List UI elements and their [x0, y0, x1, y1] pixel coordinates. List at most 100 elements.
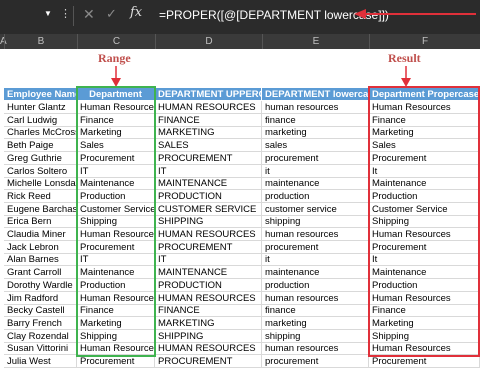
department-lowercase-cell[interactable]: finance — [262, 113, 369, 127]
department-propercase-cell[interactable]: Shipping — [369, 329, 480, 343]
department-propercase-cell[interactable]: Maintenance — [369, 177, 480, 191]
department-uppercase-cell[interactable]: HUMAN RESOURCES — [155, 342, 262, 356]
department-uppercase-cell[interactable]: FINANCE — [155, 113, 262, 127]
department-cell[interactable]: Human Resources — [77, 228, 155, 241]
employee-name-cell[interactable]: Hunter Glantz — [4, 101, 77, 114]
department-uppercase-cell[interactable]: IT — [155, 253, 262, 267]
header-department-uppercase[interactable]: DEPARTMENT UPPERCASE — [155, 88, 262, 101]
department-propercase-cell[interactable]: Finance — [369, 113, 480, 127]
department-cell[interactable]: IT — [77, 164, 155, 178]
department-uppercase-cell[interactable]: FINANCE — [155, 304, 262, 318]
department-cell[interactable]: Human Resources — [77, 291, 155, 305]
employee-name-cell[interactable]: Jim Radford — [4, 291, 77, 305]
department-lowercase-cell[interactable]: human resources — [262, 342, 369, 356]
department-cell[interactable]: Sales — [77, 139, 155, 153]
department-cell[interactable]: Maintenance — [77, 177, 155, 191]
department-cell[interactable]: Human Resources — [77, 101, 155, 114]
department-uppercase-cell[interactable]: SHIPPING — [155, 329, 262, 343]
column-header-d[interactable]: D — [155, 34, 262, 49]
department-lowercase-cell[interactable]: procurement — [262, 240, 369, 254]
department-uppercase-cell[interactable]: PRODUCTION — [155, 278, 262, 292]
department-cell[interactable]: Production — [77, 189, 155, 203]
department-cell[interactable]: Customer Service — [77, 202, 155, 216]
header-employee-name[interactable]: Employee Name — [4, 88, 77, 101]
department-propercase-cell[interactable]: Finance — [369, 304, 480, 318]
department-lowercase-cell[interactable]: it — [262, 253, 369, 267]
department-lowercase-cell[interactable]: maintenance — [262, 177, 369, 191]
department-propercase-cell[interactable]: Marketing — [369, 126, 480, 140]
department-cell[interactable]: Maintenance — [77, 266, 155, 280]
department-uppercase-cell[interactable]: MAINTENANCE — [155, 177, 262, 191]
department-lowercase-cell[interactable]: production — [262, 278, 369, 292]
department-lowercase-cell[interactable]: customer service — [262, 202, 369, 216]
department-lowercase-cell[interactable]: human resources — [262, 101, 369, 114]
header-department[interactable]: Department — [77, 88, 155, 101]
department-lowercase-cell[interactable]: sales — [262, 139, 369, 153]
department-uppercase-cell[interactable]: PROCUREMENT — [155, 151, 262, 165]
department-lowercase-cell[interactable]: shipping — [262, 329, 369, 343]
department-uppercase-cell[interactable]: HUMAN RESOURCES — [155, 101, 262, 114]
cancel-icon[interactable]: ✕ — [83, 6, 95, 23]
employee-name-cell[interactable]: Michelle Lonsdale — [4, 177, 77, 191]
department-propercase-cell[interactable]: Human Resources — [369, 228, 480, 241]
employee-name-cell[interactable]: Erica Bern — [4, 215, 77, 229]
department-lowercase-cell[interactable]: maintenance — [262, 266, 369, 280]
department-cell[interactable]: Procurement — [77, 240, 155, 254]
enter-icon[interactable]: ✓ — [106, 6, 117, 22]
department-lowercase-cell[interactable]: marketing — [262, 316, 369, 330]
department-lowercase-cell[interactable]: shipping — [262, 215, 369, 229]
employee-name-cell[interactable]: Charles McCrossin — [4, 126, 77, 140]
employee-name-cell[interactable]: Beth Paige — [4, 139, 77, 153]
department-propercase-cell[interactable]: Production — [369, 189, 480, 203]
department-lowercase-cell[interactable]: marketing — [262, 126, 369, 140]
department-propercase-cell[interactable]: It — [369, 253, 480, 267]
name-box-dropdown-icon[interactable]: ▼ — [44, 9, 52, 18]
department-lowercase-cell[interactable]: human resources — [262, 291, 369, 305]
department-uppercase-cell[interactable]: MARKETING — [155, 126, 262, 140]
department-uppercase-cell[interactable]: HUMAN RESOURCES — [155, 228, 262, 241]
department-propercase-cell[interactable]: Procurement — [369, 240, 480, 254]
department-propercase-cell[interactable]: Shipping — [369, 215, 480, 229]
employee-name-cell[interactable]: Barry French — [4, 316, 77, 330]
department-cell[interactable]: Production — [77, 278, 155, 292]
department-propercase-cell[interactable]: Maintenance — [369, 266, 480, 280]
insert-function-icon[interactable]: fx — [130, 5, 142, 20]
department-cell[interactable]: IT — [77, 253, 155, 267]
department-propercase-cell[interactable]: Production — [369, 278, 480, 292]
department-lowercase-cell[interactable]: procurement — [262, 151, 369, 165]
employee-name-cell[interactable]: Eugene Barchas — [4, 202, 77, 216]
employee-name-cell[interactable]: Grant Carroll — [4, 266, 77, 280]
department-lowercase-cell[interactable]: human resources — [262, 228, 369, 241]
employee-name-cell[interactable]: Alan Barnes — [4, 253, 77, 267]
department-uppercase-cell[interactable]: PROCUREMENT — [155, 240, 262, 254]
department-propercase-cell[interactable]: Human Resources — [369, 101, 480, 114]
department-propercase-cell[interactable]: Human Resources — [369, 342, 480, 356]
department-cell[interactable]: Shipping — [77, 215, 155, 229]
column-header-f[interactable]: F — [369, 34, 480, 49]
department-propercase-cell[interactable]: Sales — [369, 139, 480, 153]
department-propercase-cell[interactable]: Marketing — [369, 316, 480, 330]
department-cell[interactable]: Shipping — [77, 329, 155, 343]
employee-name-cell[interactable]: Carlos Soltero — [4, 164, 77, 178]
column-header-c[interactable]: C — [77, 34, 155, 49]
employee-name-cell[interactable]: Carl Ludwig — [4, 113, 77, 127]
employee-name-cell[interactable]: Becky Castell — [4, 304, 77, 318]
department-uppercase-cell[interactable]: MAINTENANCE — [155, 266, 262, 280]
employee-name-cell[interactable]: Clay Rozendal — [4, 329, 77, 343]
department-propercase-cell[interactable]: It — [369, 164, 480, 178]
department-uppercase-cell[interactable]: PRODUCTION — [155, 189, 262, 203]
employee-name-cell[interactable]: Claudia Miner — [4, 228, 77, 241]
column-header-b[interactable]: B — [4, 34, 77, 49]
header-department-lowercase[interactable]: DEPARTMENT lowercase — [262, 88, 369, 101]
column-header-e[interactable]: E — [262, 34, 369, 49]
department-cell[interactable]: Finance — [77, 304, 155, 318]
header-department-propercase[interactable]: Department Propercase — [369, 88, 480, 101]
employee-name-cell[interactable]: Susan Vittorini — [4, 342, 77, 356]
department-cell[interactable]: Finance — [77, 113, 155, 127]
department-cell[interactable]: Marketing — [77, 316, 155, 330]
department-lowercase-cell[interactable]: finance — [262, 304, 369, 318]
department-uppercase-cell[interactable]: SALES — [155, 139, 262, 153]
department-lowercase-cell[interactable]: production — [262, 189, 369, 203]
department-cell[interactable]: Procurement — [77, 151, 155, 165]
employee-name-cell[interactable]: Jack Lebron — [4, 240, 77, 254]
